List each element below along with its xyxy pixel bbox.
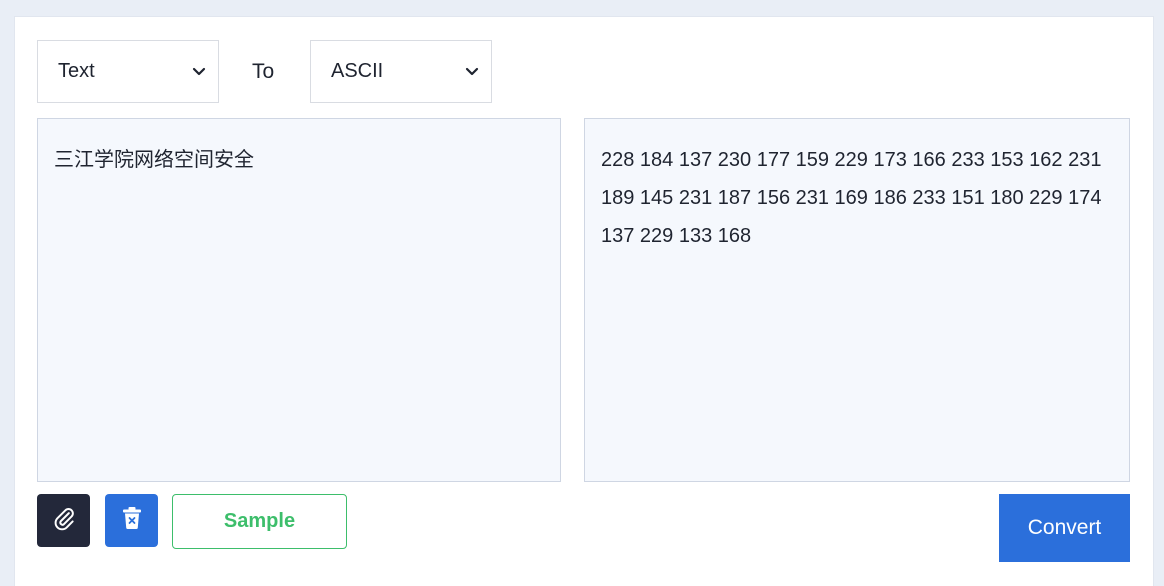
to-format-value: ASCII: [331, 60, 384, 82]
to-format-select[interactable]: ASCII: [310, 40, 492, 103]
attach-file-button[interactable]: [37, 494, 90, 547]
chevron-down-icon: [465, 65, 479, 79]
from-format-select[interactable]: Text: [37, 40, 219, 103]
trash-x-icon: [121, 506, 143, 535]
chevron-down-icon: [192, 65, 206, 79]
output-textarea[interactable]: 228 184 137 230 177 159 229 173 166 233 …: [584, 118, 1130, 482]
input-textarea[interactable]: 三江学院网络空间安全: [37, 118, 561, 482]
convert-button[interactable]: Convert: [999, 494, 1130, 562]
from-format-value: Text: [58, 60, 95, 82]
sample-button[interactable]: Sample: [172, 494, 347, 549]
to-label: To: [252, 60, 275, 83]
paperclip-icon: [51, 505, 77, 536]
clear-button[interactable]: [105, 494, 158, 547]
